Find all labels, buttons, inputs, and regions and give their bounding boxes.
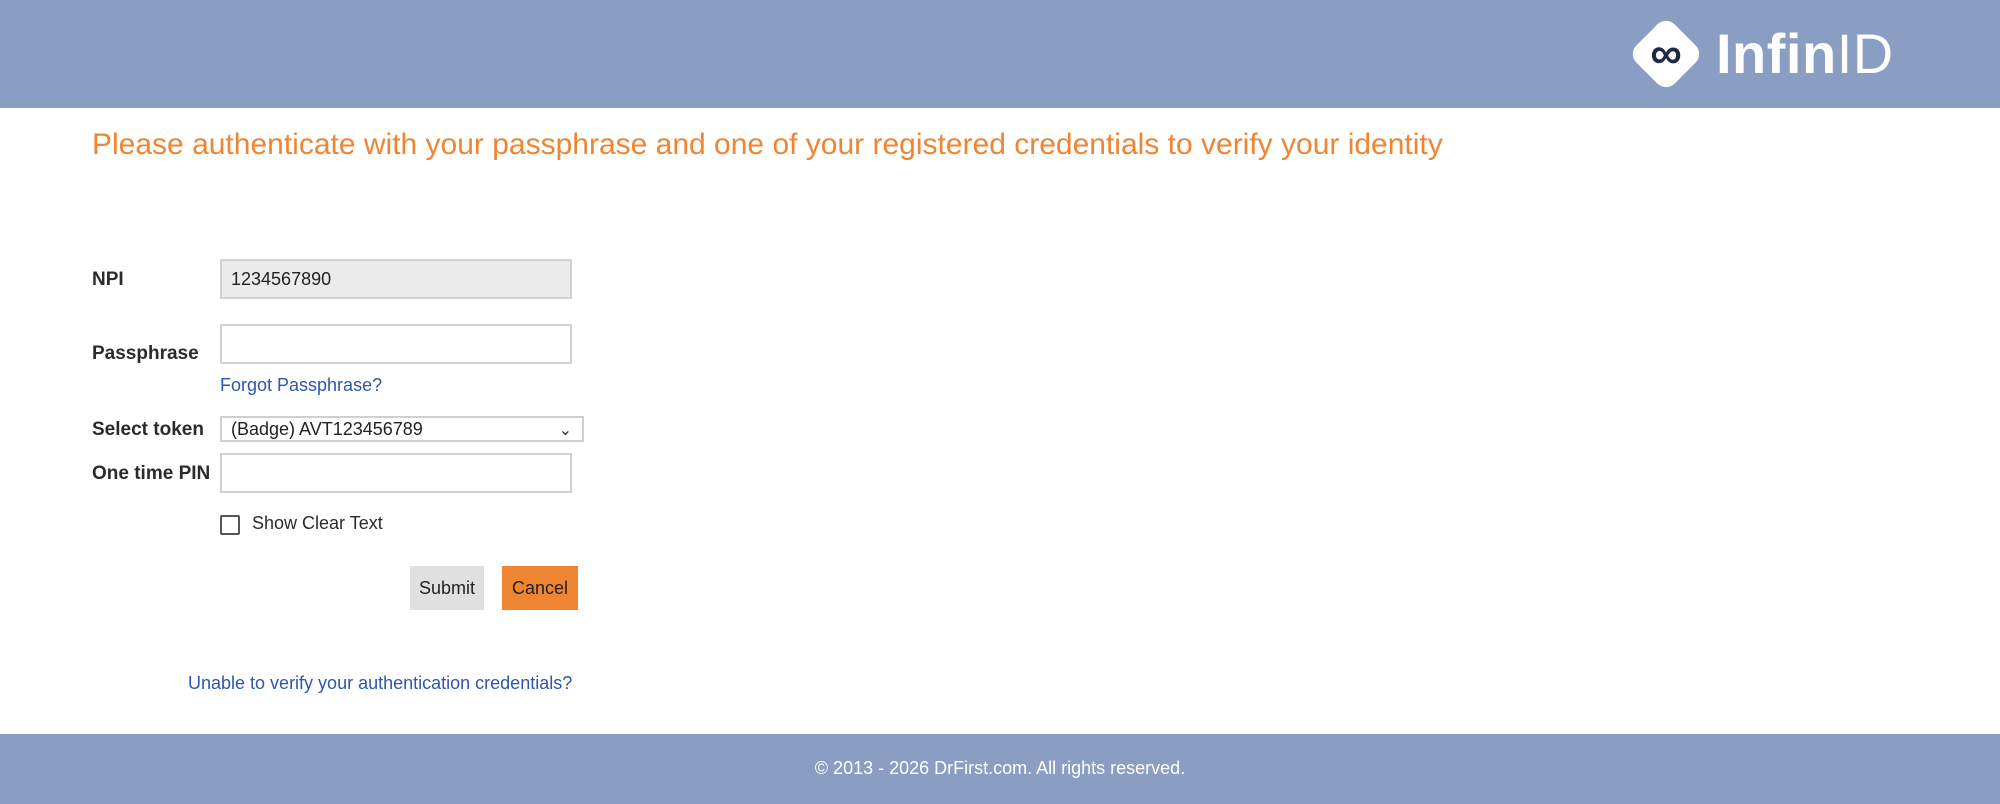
npi-field[interactable] — [220, 259, 572, 299]
footer-bar: © 2013 - 2026 DrFirst.com. All rights re… — [0, 734, 2000, 804]
brand-name: InfinID — [1716, 22, 1894, 85]
one-time-pin-field[interactable] — [220, 453, 572, 493]
npi-label: NPI — [92, 269, 124, 290]
token-select[interactable]: (Badge) AVT123456789 ⌄ — [220, 416, 584, 442]
token-selected-value: (Badge) AVT123456789 — [231, 419, 423, 439]
one-time-pin-label: One time PIN — [92, 463, 211, 484]
chevron-down-icon: ⌄ — [558, 422, 572, 439]
forgot-passphrase-link[interactable]: Forgot Passphrase? — [220, 375, 382, 396]
select-token-label: Select token — [92, 419, 204, 440]
copyright-text: © 2013 - 2026 DrFirst.com. All rights re… — [814, 758, 1186, 778]
submit-button[interactable]: Submit — [410, 566, 484, 610]
page-title: Please authenticate with your passphrase… — [92, 128, 1443, 161]
show-clear-text-label: Show Clear Text — [252, 513, 383, 533]
unable-to-verify-link[interactable]: Unable to verify your authentication cre… — [188, 673, 572, 694]
passphrase-label: Passphrase — [92, 343, 199, 364]
infinid-logo: ∞ InfinID — [1626, 14, 1894, 94]
infinity-icon: ∞ — [1626, 14, 1706, 94]
show-clear-text-checkbox[interactable] — [220, 515, 240, 535]
header-bar: ∞ InfinID — [0, 0, 2000, 108]
cancel-button[interactable]: Cancel — [502, 566, 578, 610]
passphrase-field[interactable] — [220, 324, 572, 364]
